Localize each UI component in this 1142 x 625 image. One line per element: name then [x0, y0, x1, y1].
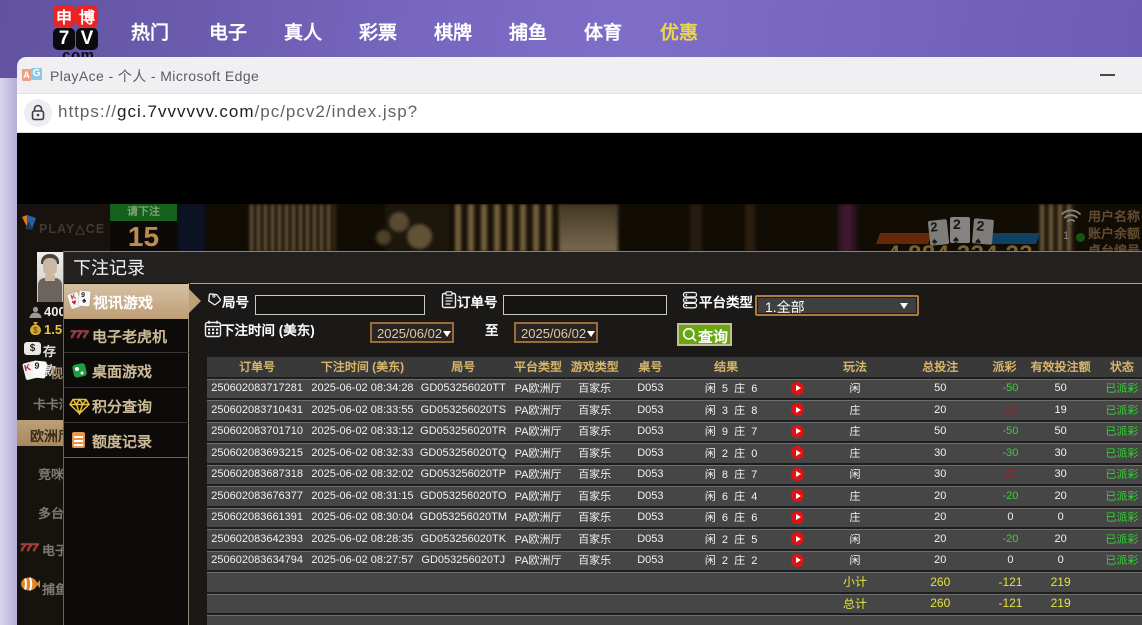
svg-text:$: $	[33, 326, 38, 335]
